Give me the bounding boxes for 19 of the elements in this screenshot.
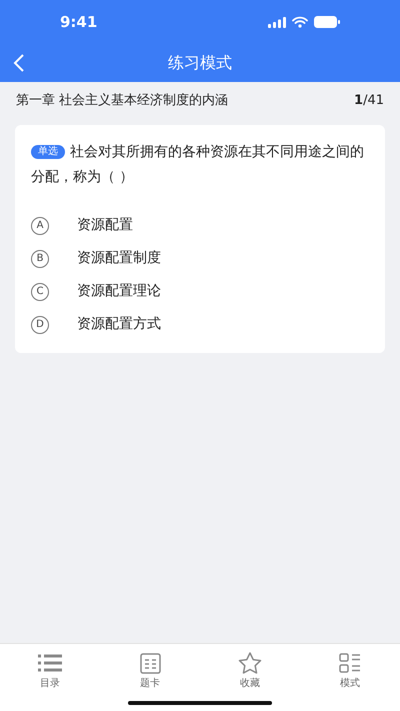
- page-title: 练习模式: [168, 52, 232, 74]
- answer-option[interactable]: D 资源配置方式: [31, 314, 369, 335]
- answer-option[interactable]: A 资源配置: [31, 215, 369, 236]
- answer-option[interactable]: C 资源配置理论: [31, 281, 369, 302]
- mode-list-icon: [339, 653, 361, 673]
- answer-option[interactable]: B 资源配置制度: [31, 248, 369, 269]
- battery-icon: [314, 16, 340, 28]
- list-icon: [38, 654, 62, 672]
- grid-card-icon: [140, 652, 160, 674]
- tab-bar-item[interactable]: 目录: [20, 652, 80, 691]
- wifi-icon: [292, 16, 308, 28]
- tab-bar-item[interactable]: 收藏: [220, 652, 280, 691]
- star-icon: [238, 652, 262, 674]
- question-text: 单选 社会对其所拥有的各种资源在其不同用途之间的分配，称为（ ）: [31, 143, 365, 187]
- signal-icon: [268, 16, 286, 28]
- tab-bar-item[interactable]: 题卡: [120, 652, 180, 691]
- status-time: 9:41: [60, 12, 98, 33]
- tab-bar-item[interactable]: 模式: [320, 652, 380, 691]
- chapter-title: 第一章 社会主义基本经济制度的内涵: [16, 92, 228, 110]
